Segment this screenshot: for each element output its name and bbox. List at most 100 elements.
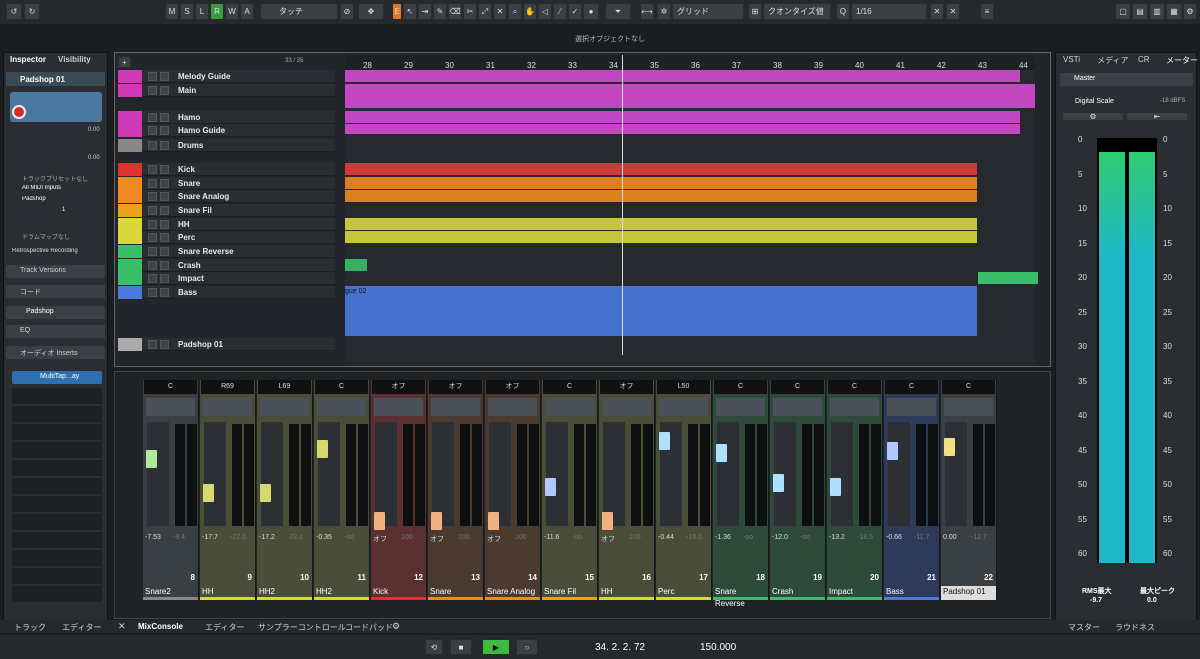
channel-buttons[interactable] [545, 398, 594, 416]
event-part[interactable] [345, 259, 367, 271]
meter-reset-button[interactable]: ⇤ [1126, 112, 1188, 121]
mixer-channel[interactable]: C -13.2 -18.5 20 Impact [827, 380, 883, 600]
tab-editor[interactable]: エディター [205, 622, 244, 633]
solo-button[interactable] [160, 274, 169, 283]
pan-display[interactable]: L69 [258, 380, 311, 394]
tab-vsti[interactable]: VSTi [1063, 55, 1080, 64]
fader-track[interactable] [489, 422, 511, 526]
fader-cap[interactable] [887, 442, 898, 460]
mute-button[interactable] [148, 288, 157, 297]
fader-cap[interactable] [716, 444, 727, 462]
channel-name[interactable]: Snare [428, 586, 483, 600]
range-tool[interactable]: ⇥ [418, 3, 432, 20]
pan-display[interactable]: C [942, 380, 995, 394]
solo-button[interactable] [160, 233, 169, 242]
color-tool[interactable]: ● [583, 3, 599, 20]
event-part[interactable] [345, 124, 1020, 134]
automation-mode-select[interactable]: タッチ [260, 3, 338, 20]
split-tool[interactable]: ✂ [463, 3, 477, 20]
fader-cap[interactable] [602, 512, 613, 530]
tab-mixconsole[interactable]: MixConsole [138, 622, 183, 631]
midi-channel[interactable]: 1 [62, 207, 65, 213]
read-button[interactable]: R [210, 3, 224, 20]
event-part[interactable] [345, 286, 977, 336]
tab-meter[interactable]: メーター [1166, 55, 1198, 66]
section-instrument[interactable]: Padshop [6, 306, 105, 319]
mixer-channel[interactable]: オフ オフ 100 16 HH [599, 380, 655, 600]
undo-button[interactable]: ↺ [6, 3, 22, 20]
tab-track[interactable]: トラック [14, 622, 46, 633]
solo-button[interactable] [160, 340, 169, 349]
solo-button[interactable] [160, 206, 169, 215]
redo-button[interactable]: ↻ [24, 3, 40, 20]
layout-left-button[interactable]: ▢ [1115, 3, 1131, 20]
pan-display[interactable]: オフ [600, 380, 653, 394]
mute-button[interactable] [148, 113, 157, 122]
mute-button[interactable] [148, 165, 157, 174]
track-row[interactable]: HH [118, 218, 335, 231]
record-button[interactable] [12, 105, 26, 119]
fader-track[interactable] [831, 422, 853, 526]
quantize-apply-button[interactable]: ⊞ [748, 3, 762, 20]
event-part[interactable] [345, 70, 1020, 82]
mute-button[interactable] [148, 126, 157, 135]
stop-button[interactable]: ■ [450, 639, 472, 655]
pan-display[interactable]: オフ [429, 380, 482, 394]
zoom-tool[interactable]: ⌕ [508, 3, 522, 20]
mute-button[interactable] [148, 179, 157, 188]
solo-button[interactable] [160, 141, 169, 150]
gear-icon[interactable]: ⚙ [392, 621, 400, 632]
solo-button[interactable] [160, 165, 169, 174]
fader-track[interactable] [261, 422, 283, 526]
settings-button[interactable]: ⚙ [1183, 3, 1197, 20]
pan-display[interactable]: C [144, 380, 197, 394]
quantize-type-select[interactable]: クオンタイズ値 [763, 3, 831, 20]
fader-cap[interactable] [203, 484, 214, 502]
automation-suspend-button[interactable]: ⊘ [340, 3, 354, 20]
automation-button[interactable]: A [240, 3, 254, 20]
channel-name[interactable]: Perc [656, 586, 711, 600]
fader-cap[interactable] [659, 432, 670, 450]
fader-track[interactable] [888, 422, 910, 526]
fader-cap[interactable] [431, 512, 442, 530]
pan-display[interactable]: C [828, 380, 881, 394]
pan-display[interactable]: C [771, 380, 824, 394]
fader-track[interactable] [603, 422, 625, 526]
fader-track[interactable] [717, 422, 739, 526]
mixer-channel[interactable]: オフ オフ 100 13 Snare [428, 380, 484, 600]
quantize-value-select[interactable]: 1/16 [851, 3, 927, 20]
track-row[interactable]: Bass [118, 286, 335, 299]
channel-name[interactable]: HH2 [314, 586, 369, 600]
drum-map-field[interactable]: ドラムマップなし [22, 232, 70, 241]
channel-buttons[interactable] [716, 398, 765, 416]
mute-button[interactable] [148, 141, 157, 150]
track-row[interactable]: Padshop 01 [118, 338, 335, 351]
mixer-channel[interactable]: C -0.66 -11.7 21 Bass [884, 380, 940, 600]
mixer-channel[interactable]: R69 -17.7 -22.5 9 HH [200, 380, 256, 600]
erase-tool[interactable]: ⌫ [448, 3, 462, 20]
grid-select[interactable]: グリッド [672, 3, 744, 20]
channel-buttons[interactable] [830, 398, 879, 416]
channel-name[interactable]: Padshop 01 [941, 586, 996, 600]
event-part[interactable] [345, 163, 977, 175]
pointer-tool[interactable]: ↖ [403, 3, 417, 20]
channel-buttons[interactable] [773, 398, 822, 416]
add-track-button[interactable]: + [118, 56, 131, 68]
fader-track[interactable] [546, 422, 568, 526]
channel-name[interactable]: Impact [827, 586, 882, 600]
channel-buttons[interactable] [146, 398, 195, 416]
output-routing[interactable]: Padshop [22, 196, 46, 202]
tab-loudness[interactable]: ラウドネス [1115, 622, 1155, 633]
tab-editor-left[interactable]: エディター [62, 622, 101, 633]
tab-chord-pads[interactable]: コードパッド [345, 622, 393, 633]
event-part[interactable] [345, 231, 977, 243]
play-button[interactable]: ▶ [482, 639, 510, 655]
fader-cap[interactable] [944, 438, 955, 456]
channel-buttons[interactable] [488, 398, 537, 416]
iterative-quantize-button[interactable]: ✕ [930, 3, 944, 20]
tab-master[interactable]: マスター [1068, 622, 1100, 633]
tab-cr[interactable]: CR [1138, 55, 1150, 64]
listen-button[interactable]: L [195, 3, 209, 20]
channel-name[interactable]: Snare Fil [542, 586, 597, 600]
pan-display[interactable]: L50 [657, 380, 710, 394]
